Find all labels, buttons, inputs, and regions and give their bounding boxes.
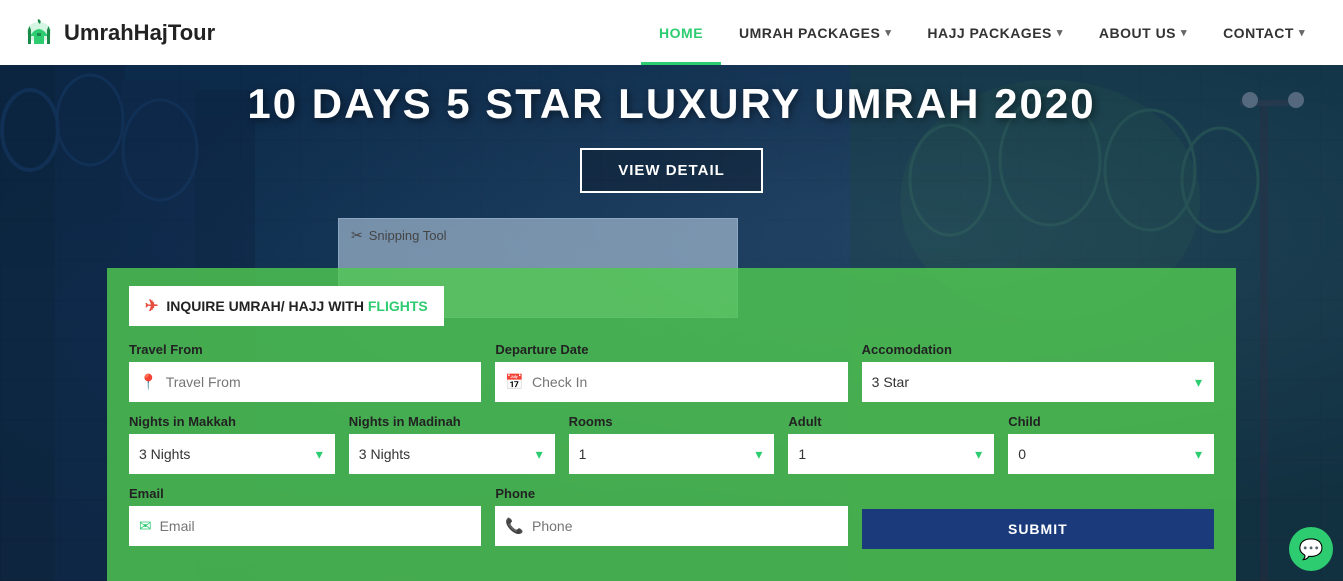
travel-from-label: Travel From	[129, 342, 481, 357]
nav-item-hajj-packages[interactable]: HAJJ PACKAGES ▾	[909, 0, 1081, 65]
snipping-icon: ✂	[351, 227, 363, 244]
chevron-down-icon: ▾	[1057, 26, 1063, 39]
inquire-text: INQUIRE UMRAH/ HAJJ WITH	[166, 298, 364, 314]
chat-bubble[interactable]: 💬	[1289, 527, 1333, 571]
nights-makkah-select[interactable]: 1 Night 2 Nights 3 Nights 4 Nights 5 Nig…	[139, 446, 325, 462]
view-detail-button[interactable]: VIEW DETAIL	[580, 148, 763, 193]
checkin-input-wrap: 📅	[495, 362, 847, 402]
email-label: Email	[129, 486, 481, 501]
child-label: Child	[1008, 414, 1214, 429]
phone-group: Phone 📞	[495, 486, 847, 549]
chevron-down-icon: ▾	[316, 446, 323, 463]
adult-select[interactable]: 1 2 3 4	[798, 446, 984, 462]
email-input-wrap: ✉	[129, 506, 481, 546]
chevron-down-icon: ▾	[885, 26, 891, 39]
accomodation-group: Accomodation 3 Star 4 Star 5 Star ▾	[862, 342, 1214, 402]
travel-from-group: Travel From 📍	[129, 342, 481, 402]
travel-from-input-wrap: 📍	[129, 362, 481, 402]
inquire-bar: ✈ INQUIRE UMRAH/ HAJJ WITH FLIGHTS	[129, 286, 444, 326]
child-select[interactable]: 0 1 2 3	[1018, 446, 1204, 462]
nights-madinah-select-wrap: 1 Night 2 Nights 3 Nights 4 Nights 5 Nig…	[349, 434, 555, 474]
chat-icon: 💬	[1299, 537, 1324, 562]
adult-label: Adult	[788, 414, 994, 429]
adult-group: Adult 1 2 3 4 ▾	[788, 414, 994, 474]
chevron-down-icon: ▾	[1195, 374, 1202, 391]
rooms-group: Rooms 1 2 3 4 ▾	[569, 414, 775, 474]
email-input[interactable]	[160, 518, 472, 534]
rooms-select[interactable]: 1 2 3 4	[579, 446, 765, 462]
accomodation-label: Accomodation	[862, 342, 1214, 357]
email-icon: ✉	[139, 517, 152, 535]
logo[interactable]: UmrahHajTour	[20, 14, 215, 52]
plane-icon: ✈	[145, 296, 158, 316]
chevron-down-icon: ▾	[536, 446, 543, 463]
checkin-input[interactable]	[532, 374, 838, 390]
adult-select-wrap: 1 2 3 4 ▾	[788, 434, 994, 474]
nights-madinah-group: Nights in Madinah 1 Night 2 Nights 3 Nig…	[349, 414, 555, 474]
child-select-wrap: 0 1 2 3 ▾	[1008, 434, 1214, 474]
accomodation-select[interactable]: 3 Star 4 Star 5 Star	[872, 374, 1204, 390]
nights-madinah-label: Nights in Madinah	[349, 414, 555, 429]
hero-content: 10 DAYS 5 STAR LUXURY UMRAH 2020 VIEW DE…	[0, 80, 1343, 193]
email-group: Email ✉	[129, 486, 481, 549]
hero-title: 10 DAYS 5 STAR LUXURY UMRAH 2020	[247, 80, 1095, 128]
departure-date-label: Departure Date	[495, 342, 847, 357]
phone-input-wrap: 📞	[495, 506, 847, 546]
form-row-2: Nights in Makkah 1 Night 2 Nights 3 Nigh…	[129, 414, 1214, 474]
header: UmrahHajTour HOME UMRAH PACKAGES ▾ HAJJ …	[0, 0, 1343, 65]
submit-button[interactable]: SUBMIT	[862, 509, 1214, 549]
rooms-label: Rooms	[569, 414, 775, 429]
nights-madinah-select[interactable]: 1 Night 2 Nights 3 Nights 4 Nights 5 Nig…	[359, 446, 545, 462]
logo-icon	[20, 14, 58, 52]
nav-item-umrah-packages[interactable]: UMRAH PACKAGES ▾	[721, 0, 909, 65]
rooms-select-wrap: 1 2 3 4 ▾	[569, 434, 775, 474]
nav-item-home[interactable]: HOME	[641, 0, 721, 65]
snipping-tool-label: ✂ Snipping Tool	[351, 227, 447, 244]
nav-item-contact[interactable]: CONTACT ▾	[1205, 0, 1323, 65]
location-icon: 📍	[139, 373, 158, 391]
flights-text: FLIGHTS	[368, 298, 428, 314]
phone-input[interactable]	[532, 518, 838, 534]
nights-makkah-select-wrap: 1 Night 2 Nights 3 Nights 4 Nights 5 Nig…	[129, 434, 335, 474]
phone-label: Phone	[495, 486, 847, 501]
calendar-icon: 📅	[505, 373, 524, 391]
accomodation-select-wrap: 3 Star 4 Star 5 Star ▾	[862, 362, 1214, 402]
nav-item-about-us[interactable]: ABOUT US ▾	[1081, 0, 1205, 65]
chevron-down-icon: ▾	[1195, 446, 1202, 463]
departure-date-group: Departure Date 📅	[495, 342, 847, 402]
travel-from-input[interactable]	[166, 374, 472, 390]
phone-icon: 📞	[505, 517, 524, 535]
submit-group: SUBMIT	[862, 486, 1214, 549]
nights-makkah-label: Nights in Makkah	[129, 414, 335, 429]
chevron-down-icon: ▾	[1299, 26, 1305, 39]
form-row-3: Email ✉ Phone 📞 SUBMIT	[129, 486, 1214, 549]
form-row-1: Travel From 📍 Departure Date 📅 Accomodat…	[129, 342, 1214, 402]
nights-makkah-group: Nights in Makkah 1 Night 2 Nights 3 Nigh…	[129, 414, 335, 474]
child-group: Child 0 1 2 3 ▾	[1008, 414, 1214, 474]
chevron-down-icon: ▾	[975, 446, 982, 463]
form-section: ✈ INQUIRE UMRAH/ HAJJ WITH FLIGHTS Trave…	[107, 268, 1236, 581]
chevron-down-icon: ▾	[755, 446, 762, 463]
chevron-down-icon: ▾	[1181, 26, 1187, 39]
logo-text: UmrahHajTour	[64, 20, 215, 46]
nav: HOME UMRAH PACKAGES ▾ HAJJ PACKAGES ▾ AB…	[641, 0, 1323, 65]
